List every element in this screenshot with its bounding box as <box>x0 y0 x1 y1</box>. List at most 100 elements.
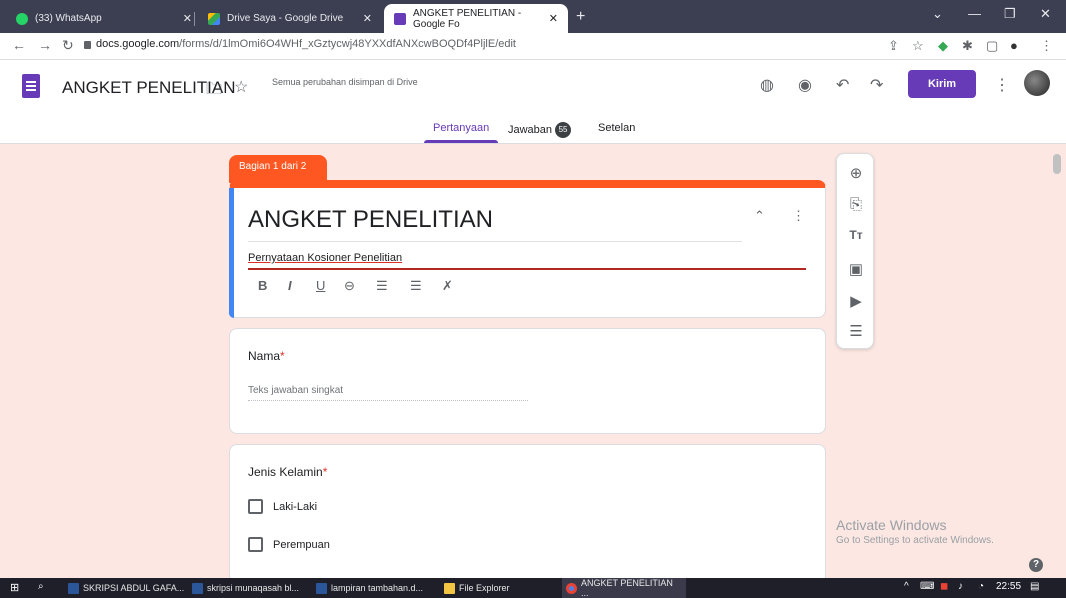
question-card-jenis-kelamin[interactable]: Jenis Kelamin* Laki-Laki Perempuan <box>229 444 826 584</box>
avatar[interactable] <box>1024 70 1050 96</box>
title-card[interactable]: ANGKET PENELITIAN ⌃ ⋮ Pernyataan Kosione… <box>229 180 826 318</box>
preview-eye-icon[interactable]: ◉ <box>798 75 812 95</box>
clock[interactable]: 22:55 <box>996 581 1021 592</box>
folder-icon[interactable]: 🗀 <box>206 78 222 105</box>
tab-label: ANGKET PENELITIAN - Google Fo <box>413 7 522 30</box>
url-host: docs.google.com <box>96 38 180 50</box>
numbered-list-icon[interactable]: ☰ <box>376 278 388 294</box>
italic-icon[interactable]: I <box>288 278 292 293</box>
tab-search-icon[interactable]: ⌄ <box>932 6 943 22</box>
question-title: Nama* <box>248 349 285 363</box>
add-question-icon[interactable]: ⊕ <box>847 164 865 182</box>
share-icon[interactable]: ⇪ <box>888 38 899 54</box>
address-bar-row: ← → ↻ docs.google.com/forms/d/1lmOmi6O4W… <box>0 33 1066 60</box>
import-questions-icon[interactable]: ⎘ <box>847 196 865 213</box>
undo-icon[interactable]: ↶ <box>836 75 849 95</box>
form-title-field[interactable]: ANGKET PENELITIAN <box>248 206 493 234</box>
star-icon[interactable]: ☆ <box>234 77 248 97</box>
underline-icon[interactable]: U <box>316 278 325 293</box>
tab-google-drive[interactable]: Drive Saya - Google Drive ✕ <box>198 4 382 33</box>
reload-icon[interactable]: ↻ <box>62 37 74 54</box>
checkbox-option[interactable]: Laki-Laki <box>248 499 317 514</box>
watermark-line-1: Activate Windows <box>836 517 947 533</box>
palette-icon[interactable]: ◍ <box>760 75 774 95</box>
question-title-text: Nama <box>248 349 281 363</box>
browser-tab-strip: (33) WhatsApp ✕ Drive Saya - Google Driv… <box>0 0 1066 33</box>
more-vert-icon[interactable]: ⋮ <box>994 75 1010 95</box>
windows-taskbar: ⊞ ⌕ SKRIPSI ABDUL GAFA... skripsi munaqa… <box>0 578 1066 598</box>
google-drive-icon <box>208 12 220 25</box>
tab-settings[interactable]: Setelan <box>598 122 635 134</box>
restore-button[interactable]: ❐ <box>1004 6 1016 22</box>
section-label: Bagian 1 dari 2 <box>229 155 327 183</box>
windows-start-icon[interactable]: ⊞ <box>10 581 19 594</box>
extension-icon[interactable]: ◆ <box>938 38 948 54</box>
search-icon[interactable]: ⌕ <box>38 581 44 592</box>
forms-header: ANGKET PENELITIAN 🗀 ☆ Semua perubahan di… <box>0 60 1066 144</box>
form-description-field[interactable]: Pernyataan Kosioner Penelitian <box>248 252 402 264</box>
checkbox[interactable] <box>248 499 263 514</box>
focus-indicator <box>229 188 234 318</box>
required-asterisk: * <box>322 465 328 479</box>
add-section-icon[interactable]: ☰ <box>847 322 865 340</box>
option-label: Perempuan <box>273 538 330 551</box>
taskbar-item-word[interactable]: skripsi munaqasah bl... <box>188 578 303 598</box>
activate-windows-watermark: Activate Windows Go to Settings to activ… <box>836 517 994 546</box>
tab-whatsapp[interactable]: (33) WhatsApp ✕ <box>6 4 202 33</box>
new-tab-button[interactable]: + <box>576 8 585 26</box>
tab-label: Drive Saya - Google Drive <box>227 13 344 24</box>
tab-questions[interactable]: Pertanyaan <box>433 122 489 134</box>
taskbar-item-label: File Explorer <box>459 583 510 593</box>
sidepanel-icon[interactable]: ▢ <box>986 38 998 54</box>
bookmark-star-icon[interactable]: ☆ <box>912 38 924 54</box>
wifi-icon[interactable]: ◔ <box>978 581 984 592</box>
close-icon[interactable]: ✕ <box>549 12 558 25</box>
chevron-up-icon[interactable]: ^ <box>904 581 909 592</box>
lock-icon <box>84 41 91 49</box>
google-forms-logo-icon[interactable] <box>22 74 40 98</box>
add-video-icon[interactable]: ▶ <box>847 292 865 310</box>
taskbar-item-chrome[interactable]: ANGKET PENELITIAN ... <box>562 578 686 598</box>
question-card-nama[interactable]: Nama* Teks jawaban singkat <box>229 328 826 434</box>
close-window-button[interactable]: ✕ <box>1040 6 1051 22</box>
form-tabs: Pertanyaan Jawaban 55 Setelan <box>0 120 1066 144</box>
volume-icon[interactable]: ♪ <box>958 581 963 592</box>
bold-icon[interactable]: B <box>258 278 267 293</box>
chrome-icon <box>566 582 577 594</box>
close-icon[interactable]: ✕ <box>363 12 372 25</box>
notifications-icon[interactable]: ▤ <box>1030 581 1039 592</box>
ime-icon[interactable]: ⌨ <box>920 581 934 592</box>
tab-responses[interactable]: Jawaban 55 <box>508 122 572 138</box>
taskbar-item-file-explorer[interactable]: File Explorer <box>440 578 514 598</box>
notification-app-icon[interactable]: ◼ <box>940 581 948 592</box>
clear-formatting-icon[interactable]: ✗ <box>442 278 453 294</box>
back-icon[interactable]: ← <box>12 37 26 53</box>
profile-icon[interactable]: ● <box>1010 38 1018 53</box>
title-underline <box>248 241 742 242</box>
link-icon[interactable]: ⊖ <box>344 278 355 294</box>
word-icon <box>316 582 327 594</box>
send-button[interactable]: Kirim <box>908 70 976 98</box>
collapse-icon[interactable]: ⌃ <box>754 208 765 224</box>
bulleted-list-icon[interactable]: ☰ <box>410 278 422 294</box>
add-title-icon[interactable]: Tт <box>847 228 865 242</box>
tab-google-forms[interactable]: ANGKET PENELITIAN - Google Fo ✕ <box>384 4 568 33</box>
redo-icon[interactable]: ↷ <box>870 75 883 95</box>
more-vert-icon[interactable]: ⋮ <box>792 208 805 224</box>
taskbar-item-word[interactable]: lampiran tambahan.d... <box>312 578 427 598</box>
menu-icon[interactable]: ⋮ <box>1040 38 1053 54</box>
checkbox[interactable] <box>248 537 263 552</box>
minimize-button[interactable]: — <box>968 6 981 21</box>
scrollbar-thumb[interactable] <box>1053 154 1061 174</box>
taskbar-item-word[interactable]: SKRIPSI ABDUL GAFA... <box>64 578 188 598</box>
scrollbar[interactable] <box>1050 144 1066 578</box>
puzzle-icon[interactable]: ✱ <box>962 38 973 54</box>
required-asterisk: * <box>280 349 285 363</box>
google-forms-icon <box>394 12 406 25</box>
checkbox-option[interactable]: Perempuan <box>248 537 330 552</box>
help-icon[interactable]: ? <box>1029 558 1043 572</box>
forward-icon[interactable]: → <box>38 37 52 53</box>
close-icon[interactable]: ✕ <box>183 12 192 25</box>
add-image-icon[interactable]: ▣ <box>847 260 865 278</box>
url-field[interactable]: docs.google.com/forms/d/1lmOmi6O4WHf_xGz… <box>96 38 516 50</box>
